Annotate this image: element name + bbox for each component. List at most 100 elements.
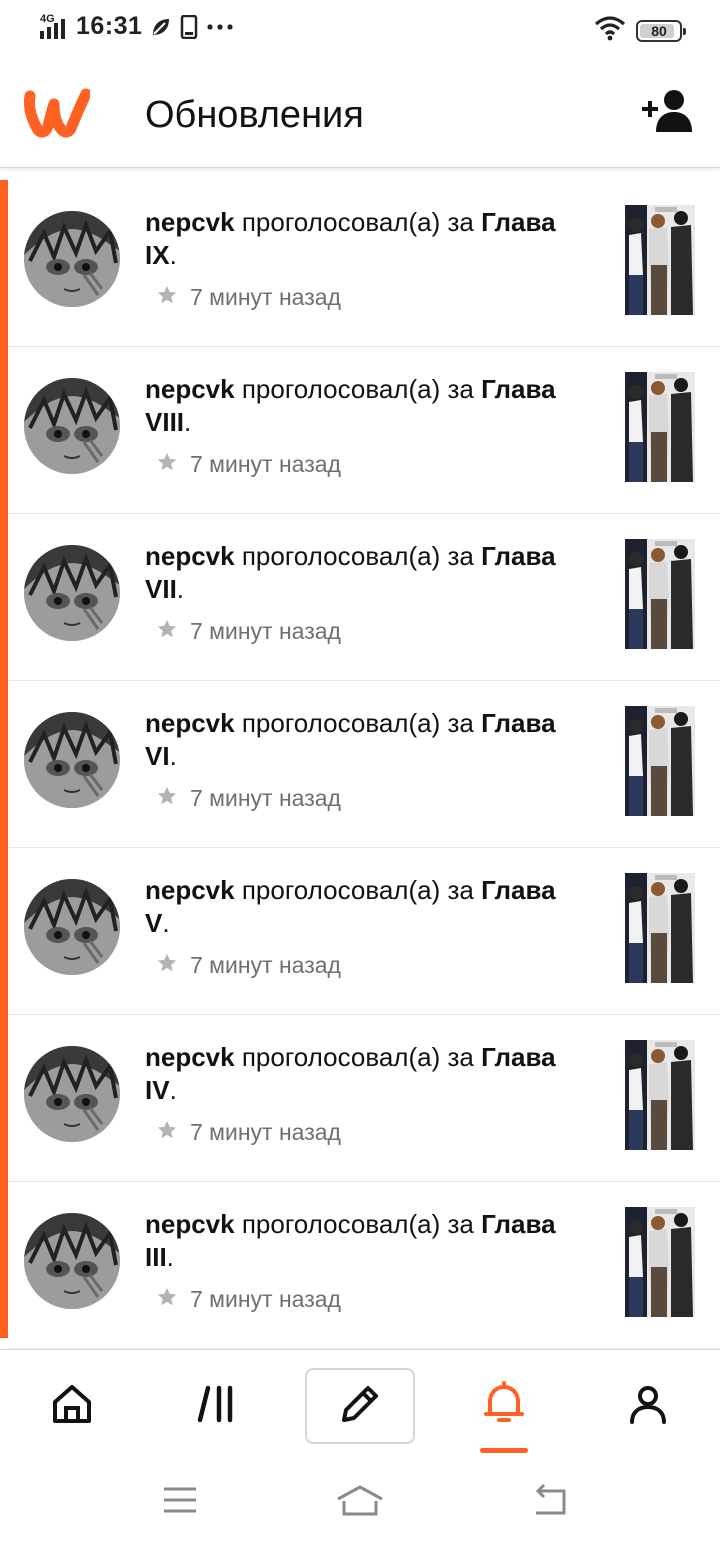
notification-row[interactable]: nepcvk проголосовал(а) за Глава VII. 7 ми… (8, 514, 720, 681)
active-tab-indicator (480, 1448, 528, 1453)
user-avatar[interactable] (24, 879, 120, 975)
story-cover[interactable] (625, 205, 695, 315)
time-ago: 7 минут назад (190, 618, 341, 644)
username[interactable]: nepcvk (145, 708, 235, 738)
notification-meta: 7 минут назад (156, 451, 341, 478)
time-ago: 7 минут назад (190, 284, 341, 310)
more-dots-icon (206, 22, 234, 32)
profile-icon (626, 1382, 670, 1431)
system-back-button[interactable] (520, 1482, 580, 1522)
sentence-end: . (176, 574, 185, 604)
notifications-icon (480, 1380, 528, 1433)
story-cover[interactable] (625, 372, 695, 482)
notifications-list: nepcvk проголосовал(а) за Глава IX. 7 мин… (0, 180, 720, 1349)
notification-action: проголосовал(а) за (241, 207, 474, 237)
notification-row[interactable]: nepcvk проголосовал(а) за Глава V. 7 мину… (8, 848, 720, 1015)
status-time: 16:31 (76, 12, 143, 40)
star-icon (156, 618, 178, 645)
notification-text: nepcvk проголосовал(а) за Глава III. (145, 1208, 585, 1274)
notification-action: проголосовал(а) за (241, 875, 474, 905)
battery-icon: 80 (636, 19, 686, 42)
time-ago: 7 минут назад (190, 952, 341, 978)
menu-icon (162, 1485, 198, 1520)
notification-action: проголосовал(а) за (241, 374, 474, 404)
cellular-signal-icon: 4G (40, 13, 70, 41)
notification-meta: 7 минут назад (156, 618, 341, 645)
story-cover[interactable] (625, 1207, 695, 1317)
notification-meta: 7 минут назад (156, 1119, 341, 1146)
user-avatar[interactable] (24, 1213, 120, 1309)
notification-meta: 7 минут назад (156, 785, 341, 812)
system-menu-button[interactable] (150, 1482, 210, 1522)
wifi-icon (594, 15, 626, 46)
nav-home[interactable] (17, 1368, 127, 1444)
leaf-icon (150, 16, 172, 38)
user-avatar[interactable] (24, 211, 120, 307)
sentence-end: . (166, 1242, 174, 1272)
user-avatar[interactable] (24, 712, 120, 808)
notification-text: nepcvk проголосовал(а) за Глава VII. (145, 540, 585, 606)
username[interactable]: nepcvk (145, 207, 235, 237)
notification-text: nepcvk проголосовал(а) за Глава V. (145, 874, 585, 940)
nav-profile[interactable] (593, 1368, 703, 1444)
status-bar: 4G 16:31 80 (0, 0, 720, 58)
sentence-end: . (169, 741, 177, 771)
notification-row[interactable]: nepcvk проголосовал(а) за Глава VI. 7 мин… (8, 681, 720, 848)
star-icon (156, 1119, 178, 1146)
time-ago: 7 минут назад (190, 451, 341, 477)
user-avatar[interactable] (24, 545, 120, 641)
user-avatar[interactable] (24, 1046, 120, 1142)
notification-meta: 7 минут назад (156, 952, 341, 979)
username[interactable]: nepcvk (145, 374, 235, 404)
library-icon (196, 1382, 240, 1431)
sentence-end: . (162, 908, 170, 938)
add-user-icon (640, 90, 696, 138)
username[interactable]: nepcvk (145, 875, 235, 905)
write-icon (336, 1380, 384, 1433)
notification-row[interactable]: nepcvk проголосовал(а) за Глава III. 7 ми… (8, 1182, 720, 1349)
notification-action: проголосовал(а) за (241, 708, 474, 738)
app-header: Обновления (0, 58, 720, 168)
back-icon (530, 1483, 570, 1522)
username[interactable]: nepcvk (145, 541, 235, 571)
sentence-end: . (169, 240, 177, 270)
sentence-end: . (169, 1075, 177, 1105)
time-ago: 7 минут назад (190, 1286, 341, 1312)
system-home-button[interactable] (330, 1482, 390, 1522)
story-cover[interactable] (625, 706, 695, 816)
nav-library[interactable] (163, 1368, 273, 1444)
star-icon (156, 451, 178, 478)
username[interactable]: nepcvk (145, 1042, 235, 1072)
notification-action: проголосовал(а) за (241, 1042, 474, 1072)
network-type: 4G (40, 12, 55, 25)
notification-row[interactable]: nepcvk проголосовал(а) за Глава IX. 7 мин… (8, 180, 720, 347)
nav-write[interactable] (305, 1368, 415, 1444)
story-cover[interactable] (625, 539, 695, 649)
notification-row[interactable]: nepcvk проголосовал(а) за Глава VIII. 7 м… (8, 347, 720, 514)
notification-text: nepcvk проголосовал(а) за Глава VI. (145, 707, 585, 773)
wattpad-logo[interactable] (24, 86, 92, 143)
notification-action: проголосовал(а) за (241, 1209, 474, 1239)
story-cover[interactable] (625, 873, 695, 983)
battery-level: 80 (651, 22, 667, 39)
notification-text: nepcvk проголосовал(а) за Глава VIII. (145, 373, 585, 439)
notification-meta: 7 минут назад (156, 284, 341, 311)
time-ago: 7 минут назад (190, 785, 341, 811)
notification-action: проголосовал(а) за (241, 541, 474, 571)
notification-text: nepcvk проголосовал(а) за Глава IV. (145, 1041, 585, 1107)
sentence-end: . (184, 407, 192, 437)
unread-indicator (0, 180, 8, 1338)
page-title: Обновления (145, 94, 364, 136)
star-icon (156, 785, 178, 812)
user-avatar[interactable] (24, 378, 120, 474)
notification-text: nepcvk проголосовал(а) за Глава IX. (145, 206, 585, 272)
story-cover[interactable] (625, 1040, 695, 1150)
star-icon (156, 1286, 178, 1313)
notification-meta: 7 минут назад (156, 1286, 341, 1313)
star-icon (156, 952, 178, 979)
nav-notifications[interactable] (449, 1368, 559, 1444)
star-icon (156, 284, 178, 311)
username[interactable]: nepcvk (145, 1209, 235, 1239)
notification-row[interactable]: nepcvk проголосовал(а) за Глава IV. 7 мин… (8, 1015, 720, 1182)
add-user-button[interactable] (640, 88, 696, 139)
